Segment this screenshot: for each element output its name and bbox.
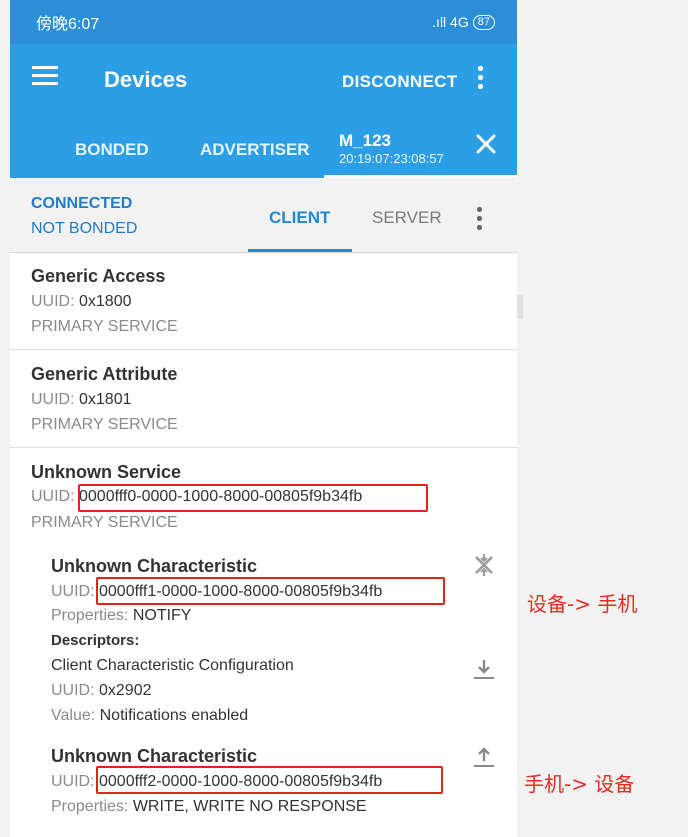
bond-state: NOT BONDED <box>31 220 138 237</box>
tab-advertiser[interactable]: ADVERTISER <box>200 140 310 160</box>
connection-state: CONNECTED <box>31 195 133 212</box>
service-item[interactable]: Generic Attribute UUID: 0x1801 PRIMARY S… <box>10 350 517 448</box>
client-tab-indicator <box>248 249 352 252</box>
tab-server[interactable]: SERVER <box>372 208 442 228</box>
more-options-icon[interactable] <box>477 207 485 235</box>
page-title: Devices <box>104 67 188 92</box>
device-address: 20:19:07:23:08:57 <box>339 151 444 166</box>
service-name: Generic Access <box>31 266 166 286</box>
hamburger-menu-icon[interactable] <box>32 66 58 88</box>
characteristic-properties: Properties: NOTIFY <box>51 607 192 624</box>
characteristic-name: Unknown Characteristic <box>51 556 258 576</box>
tab-device[interactable]: M_123 20:19:07:23:08:57 <box>339 131 444 166</box>
phone-screen: 傍晚6:07 .ıll 4G 87 Devices DISCONNECT BON… <box>10 0 517 837</box>
service-uuid: UUID: 0000fff0-0000-1000-8000-00805f9b34… <box>31 488 363 505</box>
characteristic-properties: Properties: WRITE, WRITE NO RESPONSE <box>51 798 367 815</box>
download-read-icon[interactable] <box>471 656 497 682</box>
scroll-indicator <box>517 295 523 319</box>
descriptors-heading: Descriptors: <box>51 632 140 649</box>
tab-client[interactable]: CLIENT <box>269 208 330 228</box>
upload-write-icon[interactable] <box>471 744 497 770</box>
characteristic-uuid: UUID: 0000fff1-0000-1000-8000-00805f9b34… <box>51 583 383 600</box>
notify-annotation: 设备-> 手机 <box>527 592 638 616</box>
battery-icon: 87 <box>472 14 495 30</box>
service-uuid: UUID: 0x1800 <box>31 293 132 310</box>
characteristic-uuid: UUID: 0000fff2-0000-1000-8000-00805f9b34… <box>51 773 383 790</box>
connection-bar: CONNECTED NOT BONDED CLIENT SERVER <box>10 178 517 253</box>
write-annotation: 手机-> 设备 <box>524 772 635 796</box>
descriptor-name: Client Characteristic Configuration <box>51 657 294 674</box>
battery-level: 87 <box>477 15 490 28</box>
signal-4g-icon: .ıll 4G <box>432 14 469 30</box>
tab-bonded[interactable]: BONDED <box>75 140 149 160</box>
status-bar: 傍晚6:07 .ıll 4G 87 <box>10 0 517 44</box>
device-name: M_123 <box>339 131 391 150</box>
service-item[interactable]: Generic Access UUID: 0x1800 PRIMARY SERV… <box>10 253 517 350</box>
service-name: Unknown Service <box>31 462 182 482</box>
more-options-icon[interactable] <box>478 66 486 94</box>
service-uuid: UUID: 0x1801 <box>31 391 132 408</box>
descriptor-uuid: UUID: 0x2902 <box>51 682 152 699</box>
close-icon[interactable] <box>473 131 499 157</box>
service-type: PRIMARY SERVICE <box>31 514 178 531</box>
service-type: PRIMARY SERVICE <box>31 416 178 433</box>
service-type: PRIMARY SERVICE <box>31 318 178 335</box>
status-time: 傍晚6:07 <box>36 16 100 33</box>
app-bar: Devices DISCONNECT <box>10 44 517 117</box>
device-tabs: BONDED ADVERTISER M_123 20:19:07:23:08:5… <box>10 117 517 178</box>
notify-toggle-icon[interactable] <box>471 552 497 578</box>
status-indicators: .ıll 4G 87 <box>432 14 495 30</box>
characteristic-name: Unknown Characteristic <box>51 746 258 766</box>
service-name: Generic Attribute <box>31 364 178 384</box>
service-item[interactable]: Unknown Service UUID: 0000fff0-0000-1000… <box>10 448 517 837</box>
disconnect-button[interactable]: DISCONNECT <box>342 72 457 92</box>
descriptor-value: Value: Notifications enabled <box>51 707 249 724</box>
